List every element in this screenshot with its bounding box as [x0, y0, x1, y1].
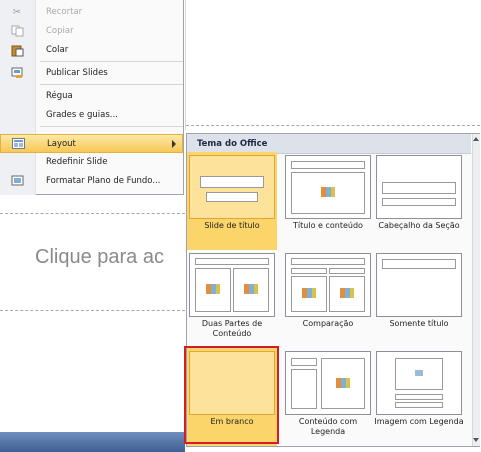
menu-item-layout[interactable]: Layout	[0, 134, 183, 153]
layout-two-content[interactable]: Duas Partes de Conteúdo	[187, 250, 277, 348]
scroll-down-icon[interactable]	[473, 438, 479, 442]
layout-comparison[interactable]: Comparação	[283, 250, 373, 348]
gallery-title: Tema do Office	[197, 139, 268, 149]
layout-section-header[interactable]: Cabeçalho da Seção	[374, 152, 464, 250]
menu-item-copy[interactable]: Copiar	[0, 22, 183, 41]
gallery-scrollbar[interactable]	[472, 134, 480, 446]
status-bar	[0, 432, 185, 452]
layout-thumbnail	[376, 253, 462, 317]
menu-separator	[40, 84, 183, 85]
placeholder-border-bottom	[0, 310, 185, 311]
menu-item-cut[interactable]: ✂ Recortar	[0, 3, 183, 22]
layout-thumbnail	[285, 155, 371, 219]
content-placeholder-text[interactable]: Clique para ac	[35, 246, 164, 269]
format-background-icon	[10, 175, 24, 188]
layout-thumbnail	[285, 351, 371, 415]
layout-title-content[interactable]: Título e conteúdo	[283, 152, 373, 250]
menu-item-grids-guides[interactable]: Grades e guias...	[0, 106, 183, 125]
layout-icon	[11, 138, 25, 151]
title-placeholder-border	[186, 125, 480, 126]
slide-edge	[185, 0, 186, 130]
layout-title-only[interactable]: Somente título	[374, 250, 464, 348]
menu-item-reset-slide[interactable]: Redefinir Slide	[0, 153, 183, 172]
menu-item-ruler[interactable]: Régua	[0, 87, 183, 106]
menu-item-paste[interactable]: Colar	[0, 41, 183, 60]
paste-icon	[10, 44, 24, 57]
placeholder-border-top	[0, 213, 185, 214]
layout-content-caption[interactable]: Conteúdo com Legenda	[283, 348, 373, 446]
menu-item-format-background[interactable]: Formatar Plano de Fundo...	[0, 172, 183, 191]
publish-slides-icon	[10, 67, 24, 80]
scroll-up-icon[interactable]	[473, 137, 479, 141]
layout-thumbnail	[376, 155, 462, 219]
menu-item-publish-slides[interactable]: Publicar Slides	[0, 64, 183, 83]
layout-thumbnail	[189, 155, 275, 219]
menu-separator	[40, 126, 183, 127]
selection-highlight-outline	[184, 346, 279, 444]
scissors-icon: ✂	[12, 7, 22, 18]
layout-picture-caption[interactable]: Imagem com Legenda	[374, 348, 464, 446]
layout-title-slide[interactable]: Slide de título	[187, 152, 277, 250]
submenu-arrow-icon	[172, 140, 176, 148]
menu-separator	[40, 61, 183, 62]
layout-thumbnail	[285, 253, 371, 317]
copy-icon	[10, 25, 24, 38]
layout-thumbnail	[376, 351, 462, 415]
layout-thumbnail	[189, 253, 275, 317]
